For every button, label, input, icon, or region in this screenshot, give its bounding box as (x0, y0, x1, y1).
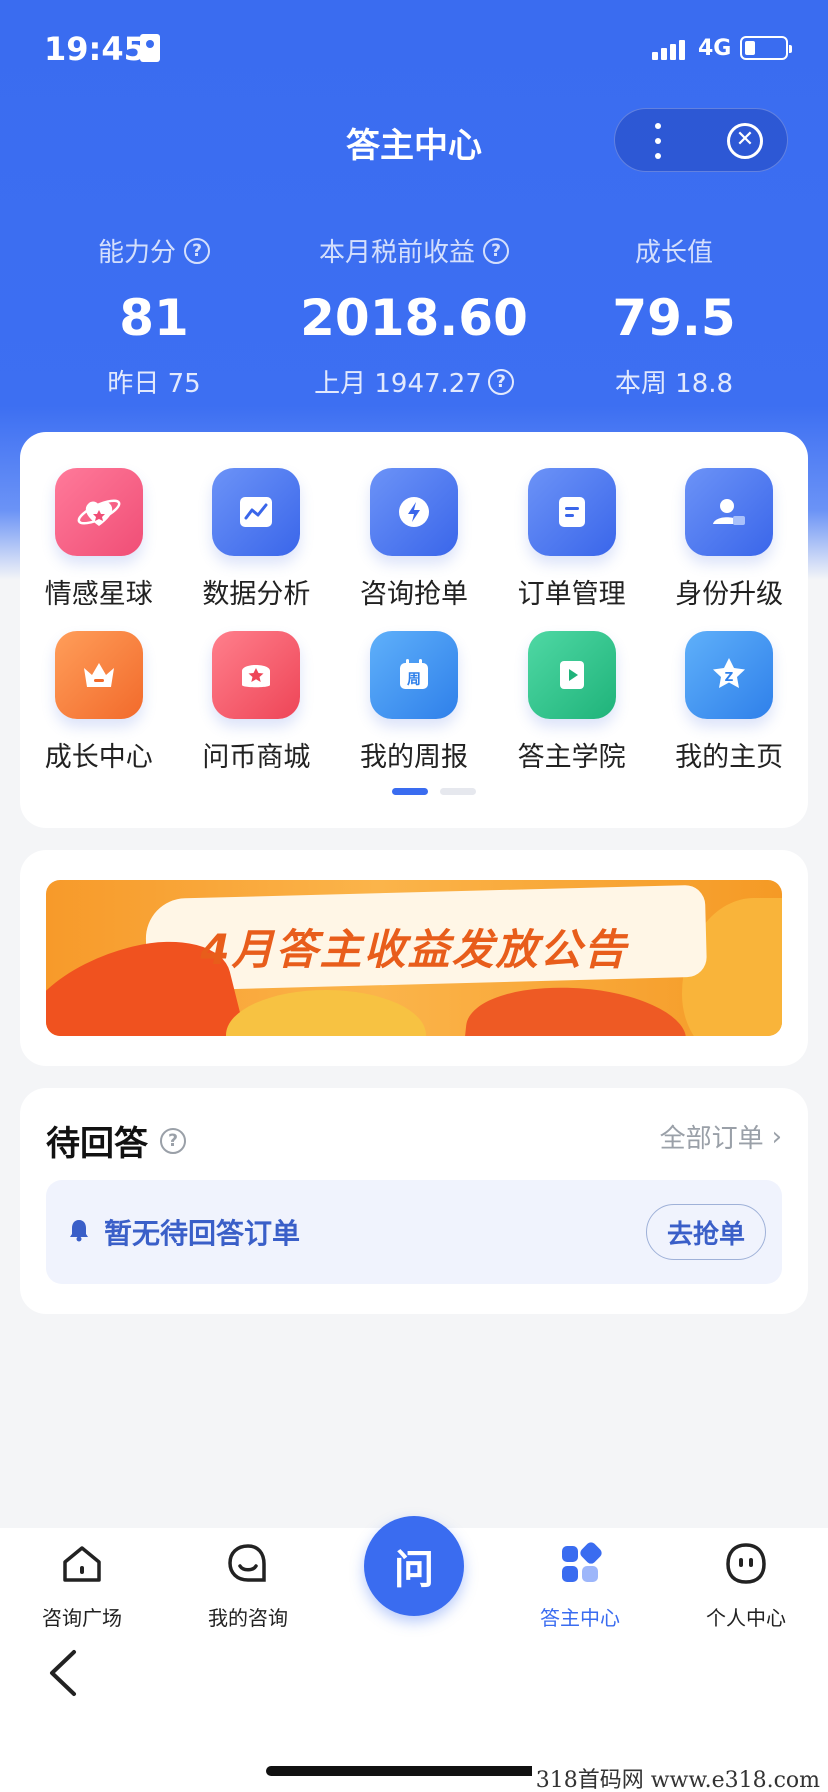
battery-icon (740, 36, 792, 60)
stat-sub: 本周 18.8 (614, 369, 734, 399)
announcement-banner[interactable]: 4月答主收益发放公告 (46, 880, 782, 1036)
grid-item-weekly-report[interactable]: 周 我的周报 (340, 631, 487, 774)
all-orders-link[interactable]: 全部订单 › (660, 1118, 782, 1155)
svg-text:Z: Z (725, 670, 734, 684)
grid-item-coin-mall[interactable]: 问币商城 (183, 631, 330, 774)
bell-icon (70, 1220, 88, 1242)
grid-item-label: 数据分析 (202, 579, 311, 610)
stat-sub: 上月 1947.27 (314, 369, 482, 399)
watermark: 318首码网 www.e318.com (531, 1762, 824, 1792)
tab-my-consult[interactable]: 我的咨询 (178, 1540, 318, 1631)
lightning-chat-icon (369, 468, 458, 556)
more-dots-icon[interactable] (655, 123, 661, 159)
tab-personal-center[interactable]: 个人中心 (676, 1540, 816, 1631)
grid-item-label: 身份升级 (675, 579, 784, 610)
pending-card: 待回答 ? 全部订单 › 暂无待回答订单 去抢单 (20, 1088, 808, 1314)
feature-grid-card: 情感星球 数据分析 咨询抢单 订单管理 身份升级 成长中心 问币商城 周 我的周… (20, 432, 808, 828)
grid-item-my-homepage[interactable]: Z 我的主页 (656, 631, 803, 774)
star-mall-icon (212, 631, 301, 719)
tab-label: 我的咨询 (208, 1606, 288, 1630)
empty-message: 暂无待回答订单 (104, 1217, 301, 1250)
banner-text: 4月答主收益发放公告 (200, 925, 628, 974)
grid-item-order-management[interactable]: 订单管理 (498, 468, 645, 611)
face-icon (726, 1543, 766, 1584)
pager-dot-active (392, 788, 428, 795)
document-icon (527, 468, 616, 556)
stat-sub: 昨日 75 (107, 369, 201, 399)
grid-item-academy[interactable]: 答主学院 (498, 631, 645, 774)
mini-program-capsule: ✕ (614, 108, 788, 172)
chat-smile-icon (228, 1544, 266, 1582)
stat-value: 81 (119, 289, 189, 347)
svg-text:周: 周 (407, 672, 421, 688)
section-title: 待回答 (46, 1124, 148, 1164)
all-orders-label: 全部订单 (659, 1124, 764, 1154)
grid-item-data-analysis[interactable]: 数据分析 (183, 468, 330, 611)
crown-icon (54, 631, 143, 719)
stat-label: 能力分 (97, 238, 176, 268)
play-book-icon (527, 631, 616, 719)
grab-order-button[interactable]: 去抢单 (646, 1204, 766, 1260)
chart-icon (212, 468, 301, 556)
feature-grid: 情感星球 数据分析 咨询抢单 订单管理 身份升级 成长中心 问币商城 周 我的周… (20, 468, 808, 774)
back-arrow-icon[interactable] (44, 1648, 84, 1698)
grid-item-label: 问币商城 (202, 742, 311, 773)
calendar-icon: 周 (369, 631, 458, 719)
grid-pager (392, 788, 476, 795)
star-z-icon: Z (685, 631, 774, 719)
empty-state: 暂无待回答订单 去抢单 (46, 1180, 782, 1284)
home-indicator (266, 1766, 562, 1776)
close-circle-icon[interactable]: ✕ (727, 123, 763, 159)
apps-icon (562, 1542, 602, 1582)
stat-label: 本月税前收益 (318, 238, 475, 268)
user-chat-icon (685, 468, 774, 556)
grid-item-label: 答主学院 (517, 742, 626, 773)
grid-item-label: 成长中心 (44, 742, 153, 773)
grid-item-label: 情感星球 (44, 579, 153, 610)
grid-item-label: 我的主页 (675, 742, 784, 773)
status-time: 19:45 (44, 30, 146, 68)
home-icon (63, 1546, 101, 1582)
banner-card: 4月答主收益发放公告 (20, 850, 808, 1066)
grid-item-growth-center[interactable]: 成长中心 (25, 631, 172, 774)
stat-value: 2018.60 (300, 289, 528, 347)
tab-label: 个人中心 (706, 1606, 786, 1630)
center-ask-button[interactable]: 问 (364, 1516, 464, 1616)
grid-item-label: 咨询抢单 (359, 579, 468, 610)
grid-item-emotion-planet[interactable]: 情感星球 (25, 468, 172, 611)
stat-value: 79.5 (612, 289, 736, 347)
help-icon[interactable]: ? (184, 237, 210, 264)
grid-item-identity-upgrade[interactable]: 身份升级 (656, 468, 803, 611)
stat-income: 本月税前收益? 2018.60 上月 1947.27? (276, 232, 552, 400)
tab-answerer-center[interactable]: 答主中心 (510, 1540, 650, 1631)
grid-item-label: 我的周报 (359, 742, 468, 773)
contact-card-icon (140, 34, 160, 62)
network-type: 4G (698, 36, 732, 61)
tab-consult-plaza[interactable]: 咨询广场 (12, 1540, 152, 1631)
tab-label: 答主中心 (540, 1606, 620, 1630)
help-icon[interactable]: ? (483, 237, 509, 264)
help-icon[interactable]: ? (487, 368, 514, 395)
pager-dot (440, 788, 476, 795)
help-icon[interactable]: ? (160, 1127, 186, 1154)
stat-growth: 成长值 79.5 本周 18.8 (536, 232, 812, 400)
signal-icon (652, 36, 685, 60)
stat-ability: 能力分? 81 昨日 75 (16, 232, 292, 400)
stat-label: 成长值 (634, 238, 713, 268)
planet-heart-icon (54, 468, 143, 556)
grid-item-label: 订单管理 (517, 579, 626, 610)
grid-item-grab-consult[interactable]: 咨询抢单 (340, 468, 487, 611)
tab-label: 咨询广场 (42, 1606, 122, 1630)
chevron-right-icon: › (771, 1121, 782, 1152)
